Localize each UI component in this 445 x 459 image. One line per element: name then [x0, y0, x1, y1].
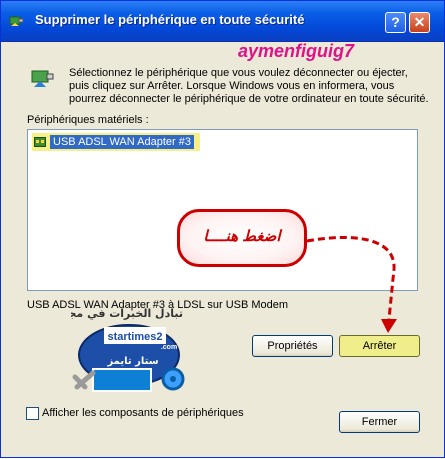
show-components-label: Afficher les composants de périphériques — [42, 407, 244, 419]
properties-button[interactable]: Propriétés — [252, 335, 333, 357]
logo-tld: .com — [161, 344, 177, 351]
logo-site: startimes2 — [107, 331, 162, 343]
show-components-checkbox[interactable] — [26, 407, 39, 420]
logo-sub: ستار تايمز — [106, 356, 158, 367]
startimes-logo: تبادل الخبرات في مجال الحاسب startimes2 … — [71, 307, 185, 392]
annotation-arrow — [306, 236, 397, 333]
stop-button[interactable]: Arrêter — [339, 335, 420, 357]
dialog-window: Supprimer le périphérique en toute sécur… — [0, 0, 445, 458]
close-button[interactable]: Fermer — [339, 411, 420, 433]
logo-slogan: تبادل الخبرات في مجال الحاسب — [71, 307, 183, 320]
